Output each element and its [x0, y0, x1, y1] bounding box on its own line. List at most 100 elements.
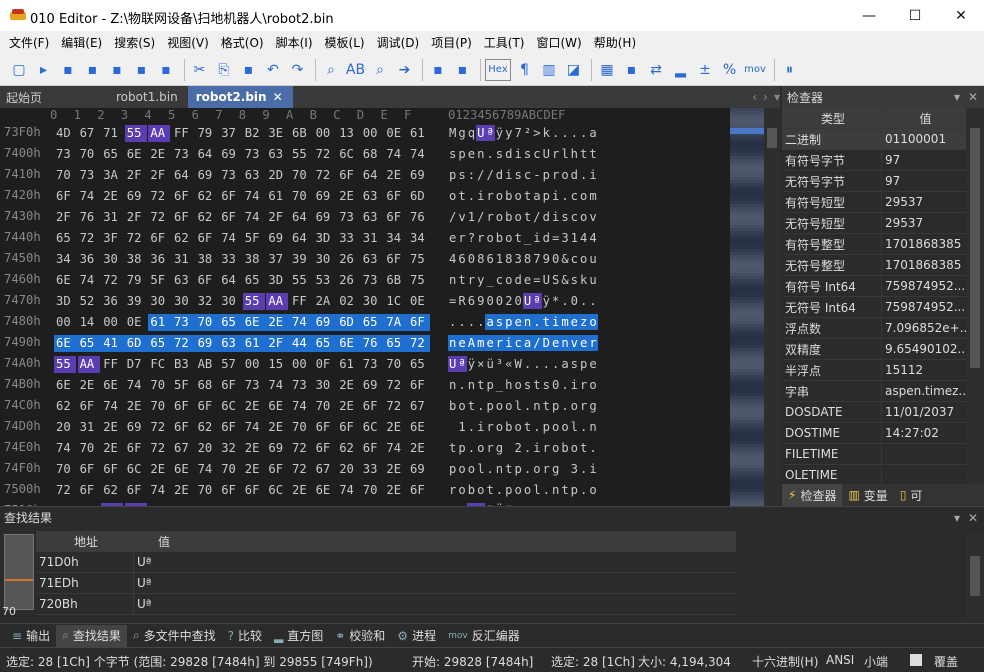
hex-byte[interactable]: 31: [101, 209, 123, 226]
columns-icon[interactable]: ▥: [538, 59, 560, 81]
hex-byte[interactable]: 70: [195, 314, 220, 331]
hex-byte[interactable]: 6F: [54, 188, 76, 205]
hex-byte[interactable]: 70: [384, 356, 406, 373]
minimize-button[interactable]: —: [846, 0, 892, 31]
hex-byte[interactable]: 69: [219, 146, 241, 163]
hex-byte[interactable]: 36: [148, 251, 170, 268]
hex-byte[interactable]: 2F: [54, 209, 76, 226]
hex-byte[interactable]: 74: [290, 314, 314, 331]
hex-byte[interactable]: 72: [384, 377, 406, 394]
find-in-files-icon[interactable]: ⌕: [369, 59, 391, 81]
close-icon[interactable]: ✕: [968, 90, 978, 104]
inspector-value[interactable]: 15112: [882, 360, 966, 380]
hex-byte[interactable]: 76: [360, 335, 385, 352]
hex-byte[interactable]: 74: [125, 377, 147, 394]
hex-byte[interactable]: 70: [148, 398, 170, 415]
hex-byte[interactable]: 74: [384, 146, 406, 163]
hex-byte[interactable]: AA: [77, 356, 100, 373]
inspector-row[interactable]: 有符号字节 97: [782, 150, 966, 171]
hex-byte[interactable]: 69: [196, 167, 218, 184]
hex-byte[interactable]: 6F: [172, 419, 194, 436]
hex-byte[interactable]: 2F: [266, 209, 288, 226]
hex-byte[interactable]: 5F: [243, 230, 265, 247]
inspector-value[interactable]: 759874952...: [882, 276, 966, 296]
hex-byte[interactable]: 6E: [54, 377, 76, 394]
hex-byte[interactable]: 38: [125, 251, 147, 268]
hex-byte[interactable]: 62: [54, 398, 76, 415]
hex-byte[interactable]: 6E: [101, 377, 123, 394]
hex-byte[interactable]: 70: [290, 167, 312, 184]
find-result-row[interactable]: 71EDh Uª: [36, 573, 736, 594]
hex-byte[interactable]: 5F: [172, 377, 194, 394]
hex-byte[interactable]: 6F: [101, 461, 123, 478]
hex-byte[interactable]: 73: [361, 272, 383, 289]
hex-byte[interactable]: 65: [384, 335, 408, 352]
menu-item[interactable]: 视图(V): [161, 34, 215, 51]
hex-byte[interactable]: 6F: [314, 440, 336, 457]
hex-byte[interactable]: 2F: [125, 209, 147, 226]
find-icon[interactable]: ⌕: [320, 59, 342, 81]
hex-byte[interactable]: 6F: [266, 461, 288, 478]
hex-byte[interactable]: 44: [290, 335, 314, 352]
hex-byte[interactable]: 67: [314, 461, 336, 478]
save-all-icon[interactable]: ▪: [106, 59, 128, 81]
hex-byte[interactable]: 6F: [384, 188, 406, 205]
hex-byte[interactable]: 65: [101, 146, 123, 163]
inspector-row[interactable]: 无符号短型 29537: [782, 213, 966, 234]
tab-robot1.bin[interactable]: robot1.bin: [52, 86, 188, 108]
hex-byte[interactable]: 65: [54, 230, 76, 247]
tab-disassembler[interactable]: mov 反汇编器: [442, 625, 526, 647]
hex-byte[interactable]: 3D: [266, 272, 288, 289]
hex-byte[interactable]: 2E: [148, 146, 170, 163]
hex-byte[interactable]: 00: [314, 125, 336, 142]
hex-byte[interactable]: FF: [101, 356, 123, 373]
text-column[interactable]: spen.sdiscUrlhtt: [448, 146, 598, 163]
hex-byte[interactable]: 31: [172, 251, 194, 268]
tab-compare[interactable]: ? 比较: [222, 625, 268, 647]
menu-item[interactable]: 调试(D): [371, 34, 426, 51]
hex-byte[interactable]: 6F: [78, 461, 100, 478]
results-thumbnail[interactable]: [4, 534, 34, 610]
hex-byte[interactable]: 2E: [337, 377, 359, 394]
tab-next-icon[interactable]: ›: [763, 90, 768, 104]
hex-byte[interactable]: 2E: [101, 440, 123, 457]
text-column[interactable]: n e Am e r i c a / De n v e r: [448, 335, 598, 352]
hex-byte[interactable]: 26: [337, 272, 359, 289]
hex-byte[interactable]: 2E: [384, 419, 406, 436]
hex-byte[interactable]: 6E: [266, 398, 288, 415]
hex-byte[interactable]: 67: [408, 398, 430, 415]
hex-byte[interactable]: 6B: [384, 272, 406, 289]
inspector-row[interactable]: OLETIME: [782, 465, 966, 486]
hex-byte[interactable]: 6F: [125, 440, 147, 457]
hex-byte[interactable]: 6F: [196, 398, 218, 415]
pin-icon[interactable]: ▾: [954, 90, 960, 104]
hex-byte[interactable]: 70: [361, 482, 383, 499]
hex-byte[interactable]: 38: [196, 251, 218, 268]
hex-byte[interactable]: 70: [148, 377, 170, 394]
hex-byte[interactable]: 72: [172, 335, 196, 352]
tab-find-in-files[interactable]: ⌕ 多文件中查找: [127, 625, 222, 647]
tab-list-icon[interactable]: ▾: [774, 90, 780, 104]
menu-item[interactable]: 文件(F): [3, 34, 55, 51]
hex-byte[interactable]: 72: [125, 230, 147, 247]
goto-icon[interactable]: ➔: [394, 59, 416, 81]
tab-output[interactable]: ≡ 输出: [6, 625, 56, 647]
tab-process[interactable]: ⚙ 进程: [391, 625, 442, 647]
hex-byte[interactable]: 63: [361, 188, 383, 205]
hex-byte[interactable]: 65: [148, 335, 172, 352]
hex-byte[interactable]: 2F: [148, 167, 170, 184]
hex-byte[interactable]: 79: [125, 272, 147, 289]
inspector-value[interactable]: 11/01/2037: [882, 402, 966, 422]
hex-byte[interactable]: 6F: [78, 398, 100, 415]
hex-byte[interactable]: 72: [148, 419, 170, 436]
hex-byte[interactable]: 2E: [384, 167, 406, 184]
hex-byte[interactable]: 73: [219, 167, 241, 184]
hex-byte[interactable]: 70: [78, 146, 100, 163]
hex-byte[interactable]: 6D: [337, 314, 361, 331]
hex-byte[interactable]: 74: [54, 440, 76, 457]
hex-byte[interactable]: 6E: [314, 482, 336, 499]
hex-byte[interactable]: 20: [337, 461, 359, 478]
hex-byte[interactable]: 2E: [101, 419, 123, 436]
paste-icon[interactable]: ▪: [238, 59, 260, 81]
hex-byte[interactable]: 6E: [408, 419, 430, 436]
